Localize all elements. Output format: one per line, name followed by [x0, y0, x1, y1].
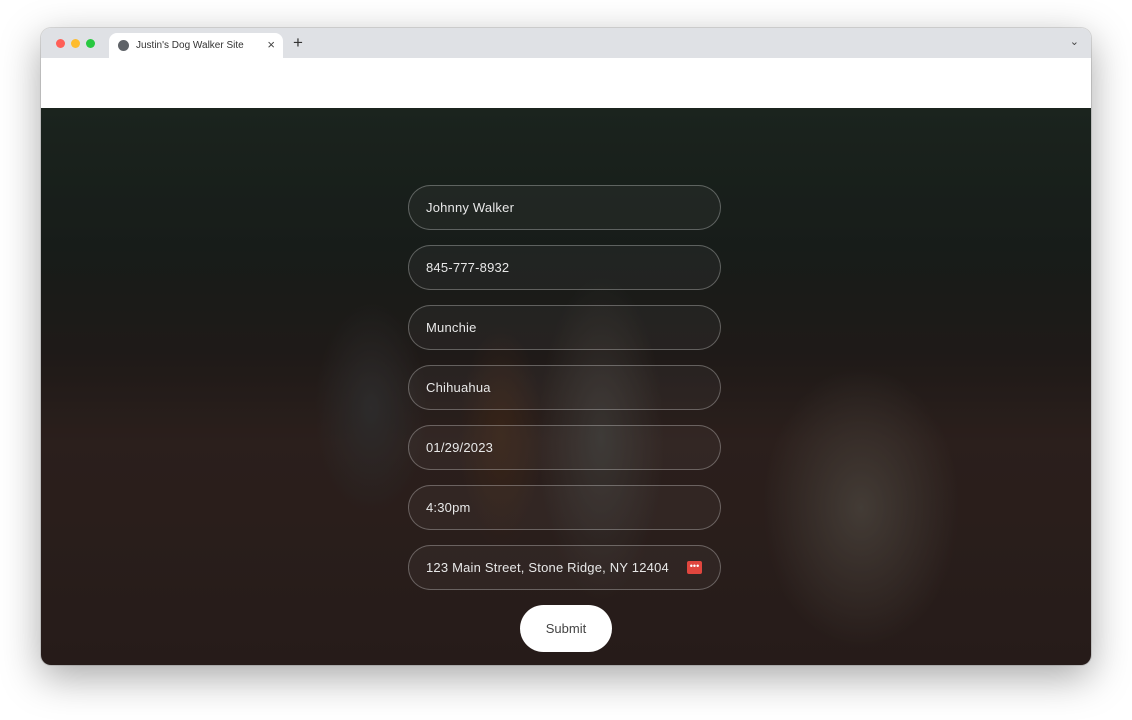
dog-name-value: Munchie — [426, 320, 477, 335]
breed-input[interactable]: Chihuahua — [408, 365, 721, 410]
address-value: 123 Main Street, Stone Ridge, NY 12404 — [426, 560, 669, 575]
address-input[interactable]: 123 Main Street, Stone Ridge, NY 12404 •… — [408, 545, 721, 590]
dog-name-input[interactable]: Munchie — [408, 305, 721, 350]
page-header — [41, 58, 1091, 108]
phone-value: 845-777-8932 — [426, 260, 510, 275]
time-value: 4:30pm — [426, 500, 471, 515]
password-manager-icon[interactable]: ••• — [687, 561, 702, 574]
submit-button[interactable]: Submit — [520, 605, 612, 652]
maximize-window-button[interactable] — [86, 39, 95, 48]
phone-input[interactable]: 845-777-8932 — [408, 245, 721, 290]
date-input[interactable]: 01/29/2023 — [408, 425, 721, 470]
new-tab-button[interactable]: + — [293, 33, 303, 53]
breed-value: Chihuahua — [426, 380, 491, 395]
globe-icon — [118, 40, 129, 51]
date-value: 01/29/2023 — [426, 440, 494, 455]
tab-title: Justin's Dog Walker Site — [136, 40, 244, 51]
time-input[interactable]: 4:30pm — [408, 485, 721, 530]
chevron-down-icon[interactable]: ⌄ — [1070, 35, 1079, 48]
tab-active[interactable]: Justin's Dog Walker Site × — [109, 33, 283, 58]
browser-window: Justin's Dog Walker Site × + ⌄ Johnny Wa… — [41, 28, 1091, 665]
close-tab-icon[interactable]: × — [267, 37, 275, 52]
name-input[interactable]: Johnny Walker — [408, 185, 721, 230]
close-window-button[interactable] — [56, 39, 65, 48]
hero-background-photo: Johnny Walker 845-777-8932 Munchie Chihu… — [41, 108, 1091, 665]
name-value: Johnny Walker — [426, 200, 515, 215]
minimize-window-button[interactable] — [71, 39, 80, 48]
booking-form: Johnny Walker 845-777-8932 Munchie Chihu… — [41, 108, 1091, 665]
tab-bar: Justin's Dog Walker Site × + ⌄ — [41, 28, 1091, 58]
